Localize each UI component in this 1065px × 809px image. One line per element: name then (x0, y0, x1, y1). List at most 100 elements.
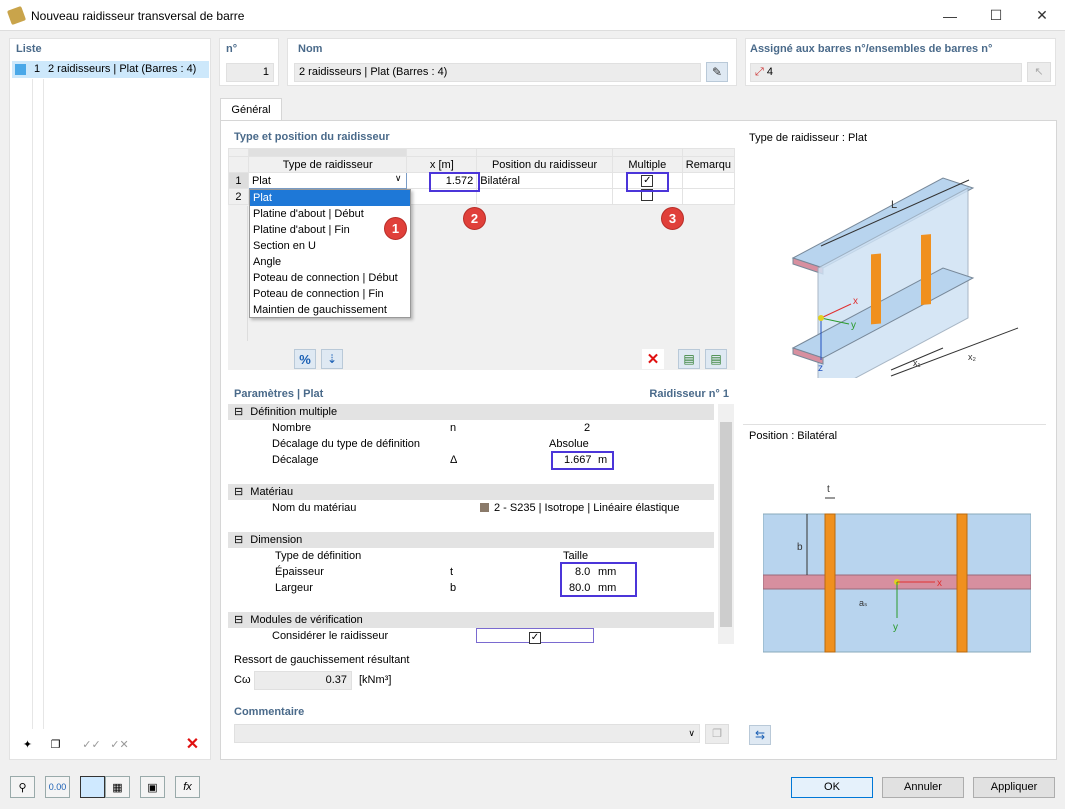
params-tree: ⊟ Définition multiple Nombre n 2 Décalage … (228, 404, 735, 644)
remark-cell[interactable] (681, 188, 736, 205)
params-scrollbar[interactable] (718, 404, 734, 644)
ressort-symbol: Cω (234, 674, 251, 686)
tab-general[interactable]: Général (220, 98, 282, 121)
nombre-value[interactable]: 2 (584, 420, 590, 436)
dropdown-option[interactable]: Poteau de connection | Fin (250, 286, 410, 302)
beam-3d-image: L x y z x₁ x₂ (791, 177, 1019, 378)
import-icon[interactable]: ▤ (678, 349, 700, 369)
swap-view-icon[interactable]: ⇆ (749, 725, 771, 745)
cancel-button[interactable]: Annuler (882, 777, 964, 798)
dropdown-option[interactable]: Maintien de gauchissement (250, 302, 410, 318)
number-panel: n° 1 (219, 38, 279, 86)
close-icon[interactable]: ✕ (1019, 0, 1065, 31)
collapse-icon[interactable]: ⊟ (234, 406, 243, 418)
type-select[interactable]: Plat ∨ (247, 172, 408, 189)
comment-library-icon[interactable]: ❐ (705, 724, 729, 744)
view-icon[interactable]: ▣ (140, 776, 165, 798)
check-all-button[interactable]: ✓✓ (79, 733, 104, 755)
svg-text:t: t (827, 484, 830, 495)
chevron-down-icon: ∨ (394, 173, 402, 183)
formula-icon[interactable]: fx (175, 776, 200, 798)
dimension-highlight (560, 562, 637, 597)
decal-symbol: Δ (450, 454, 458, 466)
preview-type-label: Type de raidisseur : Plat (749, 132, 868, 144)
position-cell[interactable] (476, 188, 613, 205)
new-item-button[interactable]: ✦ (15, 733, 40, 755)
color-icon[interactable] (80, 776, 105, 798)
scroll-thumb[interactable] (720, 422, 732, 627)
ressort-value: 0.37 (254, 671, 352, 690)
row-number: 2 (228, 188, 249, 205)
assigned-field[interactable]: ⤢ 4 (750, 63, 1022, 82)
delete-item-button[interactable]: ✕ (180, 733, 205, 755)
maximize-icon[interactable]: ☐ (973, 0, 1019, 31)
edit-name-icon[interactable]: ✎ (706, 62, 728, 82)
dropdown-option[interactable]: Poteau de connection | Début (250, 270, 410, 286)
decal-label: Décalage (272, 454, 319, 466)
col-x: x [m] (406, 156, 478, 173)
percent-button[interactable]: % (294, 349, 316, 369)
sort-icon[interactable]: ⇣ (321, 349, 343, 369)
consider-label: Considérer le raidisseur (272, 630, 389, 642)
select-member-icon[interactable]: ↖ (1027, 62, 1051, 82)
collapse-icon[interactable]: ⊟ (234, 486, 243, 498)
thickness-symbol: t (450, 566, 454, 578)
dropdown-option[interactable]: Platine d'about | Début (250, 206, 410, 222)
svg-text:b: b (797, 542, 803, 553)
material-value[interactable]: 2 - S235 | Isotrope | Linéaire élastique (494, 500, 680, 516)
col-remark: Remarqu (681, 156, 736, 173)
number-label: n° (226, 43, 238, 55)
collapse-icon[interactable]: ⊟ (234, 614, 243, 626)
type-position-header: Type et position du raidisseur (234, 131, 390, 143)
uncheck-button[interactable]: ✓✕ (107, 733, 132, 755)
export-icon[interactable]: ▤ (705, 349, 727, 369)
list-panel: Liste 1 2 raidisseurs | Plat (Barres : 4… (9, 38, 211, 760)
comment-label: Commentaire (234, 706, 305, 718)
dropdown-option[interactable]: Plat (250, 190, 410, 206)
list-item-color (15, 64, 26, 75)
consider-checkbox[interactable]: ✓ (529, 632, 541, 644)
remark-cell[interactable] (681, 172, 736, 189)
material-color-icon (480, 503, 489, 512)
svg-text:x₂: x₂ (968, 352, 977, 362)
consider-field[interactable]: ✓ (476, 628, 594, 644)
comment-panel: Commentaire ∨ ❐ (228, 703, 735, 749)
type-dropdown[interactable]: Plat Platine d'about | Début Platine d'a… (249, 189, 411, 318)
collapse-icon[interactable]: ⊟ (234, 534, 243, 546)
assigned-value: 4 (766, 66, 773, 78)
minimize-icon[interactable]: — (927, 0, 973, 31)
delete-row-icon[interactable]: ✕ (642, 349, 664, 369)
assigned-panel: Assigné aux barres n°/ensembles de barre… (745, 38, 1056, 86)
position-cell[interactable]: Bilatéral (476, 172, 613, 189)
number-field[interactable]: 1 (226, 63, 274, 82)
name-field[interactable]: 2 raidisseurs | Plat (Barres : 4) (294, 63, 701, 82)
ressort-unit: [kNm³] (359, 674, 392, 686)
row-number: 1 (228, 172, 249, 189)
units-icon[interactable]: 0.00 (45, 776, 70, 798)
apply-button[interactable]: Appliquer (973, 777, 1055, 798)
callout-badge-3: 3 (661, 207, 684, 230)
decal-type-value[interactable]: Absolue (549, 436, 589, 452)
decal-highlight (551, 451, 614, 470)
dropdown-option[interactable]: Section en U (250, 238, 410, 254)
list-item[interactable]: 1 2 raidisseurs | Plat (Barres : 4) (12, 61, 209, 78)
svg-text:L: L (891, 199, 897, 211)
svg-text:aₛ: aₛ (859, 598, 867, 608)
name-panel: Nom 2 raidisseurs | Plat (Barres : 4) ✎ (287, 38, 737, 86)
help-icon[interactable]: ⚲ (10, 776, 35, 798)
comment-input[interactable]: ∨ (234, 724, 700, 743)
material-label: Nom du matériau (272, 502, 357, 514)
info-icon[interactable]: ▦ (105, 776, 130, 798)
col-position: Position du raidisseur (476, 156, 613, 173)
row-header-strip (228, 206, 248, 341)
ok-button[interactable]: OK (791, 777, 873, 798)
callout-badge-2: 2 (463, 207, 486, 230)
window-title: Nouveau raidisseur transversal de barre (31, 9, 245, 23)
copy-item-button[interactable]: ❐ (43, 733, 68, 755)
params-right-label: Raidisseur n° 1 (649, 388, 729, 400)
col-multiple: Multiple (611, 156, 683, 173)
thickness-label: Épaisseur (275, 566, 324, 578)
dropdown-option[interactable]: Angle (250, 254, 410, 270)
multiple-highlight (626, 172, 669, 192)
preview-panel: Type de raidisseur : Plat L x y z x₁ x₂ … (743, 128, 1046, 748)
